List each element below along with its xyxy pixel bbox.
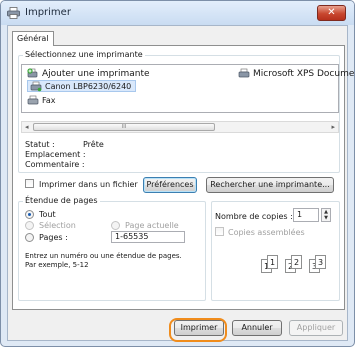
radio-all[interactable]	[25, 210, 34, 219]
collate-page: 3	[315, 255, 326, 269]
radio-selection[interactable]	[25, 221, 34, 230]
fax-icon	[27, 95, 39, 105]
collate-checkbox[interactable]	[215, 227, 224, 236]
print-button-highlight	[169, 318, 227, 342]
radio-selection-label: Sélection	[39, 221, 76, 230]
collate-page: 2	[291, 255, 302, 269]
collate-page: 1	[267, 255, 278, 269]
find-printer-button[interactable]: Rechercher une imprimante...	[206, 177, 334, 193]
window-title: Imprimer	[25, 7, 71, 18]
location-label: Emplacement :	[25, 150, 86, 159]
page-range-example: Par exemple, 5-12	[25, 261, 89, 269]
printer-list[interactable]: Ajouter une imprimante Microsoft XPS Doc…	[21, 64, 354, 113]
printer-icon	[30, 81, 42, 91]
printer-icon	[238, 68, 250, 78]
page-range-label: Étendue de pages	[23, 196, 100, 205]
printer-item-label: Microsoft XPS Document W	[253, 68, 355, 79]
spin-down-icon[interactable]: ▼	[322, 215, 330, 221]
printer-icon	[7, 7, 20, 19]
general-panel: Sélectionnez une imprimante Ajouter une …	[12, 45, 354, 310]
apply-button[interactable]: Appliquer	[289, 320, 343, 336]
radio-all-label: Tout	[39, 210, 56, 219]
status-value: Prête	[83, 140, 104, 149]
radio-current-page-label: Page actuelle	[125, 221, 179, 230]
select-printer-label: Sélectionnez une imprimante	[23, 50, 145, 59]
printer-item-label: Ajouter une imprimante	[42, 68, 150, 79]
print-to-file-checkbox[interactable]	[25, 179, 34, 188]
cancel-button[interactable]: Annuler	[232, 320, 282, 336]
copies-input[interactable]: 1	[293, 208, 319, 222]
scroll-left-icon[interactable]: ◂	[25, 123, 29, 131]
print-to-file-label: Imprimer dans un fichier	[39, 180, 138, 189]
copies-label: Nombre de copies :	[215, 212, 293, 221]
printer-list-scrollbar[interactable]: ◂ III ▸	[21, 121, 339, 133]
tab-general[interactable]: Général	[12, 31, 54, 46]
dialog-body: Général Sélectionnez une imprimante Ajou…	[7, 25, 354, 341]
radio-pages[interactable]	[25, 233, 34, 242]
copies-spinner[interactable]: ▲ ▼	[321, 208, 331, 222]
collate-label: Copies assemblées	[228, 228, 305, 237]
radio-current-page[interactable]	[111, 221, 120, 230]
close-button[interactable]: ✕	[317, 5, 346, 21]
title-bar: Imprimer ✕	[1, 1, 354, 25]
page-range-hint: Entrez un numéro ou une étendue de pages…	[25, 252, 182, 260]
scrollbar-thumb[interactable]: III	[33, 123, 215, 131]
scroll-right-icon[interactable]: ▸	[331, 123, 335, 131]
preferences-button[interactable]: Préférences	[143, 177, 197, 193]
printer-item-fax[interactable]: Fax	[27, 95, 56, 106]
radio-pages-label: Pages :	[39, 233, 68, 242]
printer-item-label: Canon LBP6230/6240	[45, 81, 132, 91]
collate-illustration: 1 1 2 2 3 3	[261, 253, 331, 277]
comment-label: Commentaire :	[25, 160, 85, 169]
printer-item-add[interactable]: Ajouter une imprimante	[27, 68, 150, 79]
printer-item-xps[interactable]: Microsoft XPS Document W	[238, 68, 355, 79]
add-printer-icon	[27, 68, 38, 78]
pages-input[interactable]: 1-65535	[111, 231, 185, 243]
status-label: Statut :	[25, 140, 55, 149]
printer-item-canon[interactable]: Canon LBP6230/6240	[27, 80, 137, 92]
printer-item-label: Fax	[42, 96, 56, 105]
print-dialog: Imprimer ✕ Général Sélectionnez une impr…	[0, 0, 355, 347]
